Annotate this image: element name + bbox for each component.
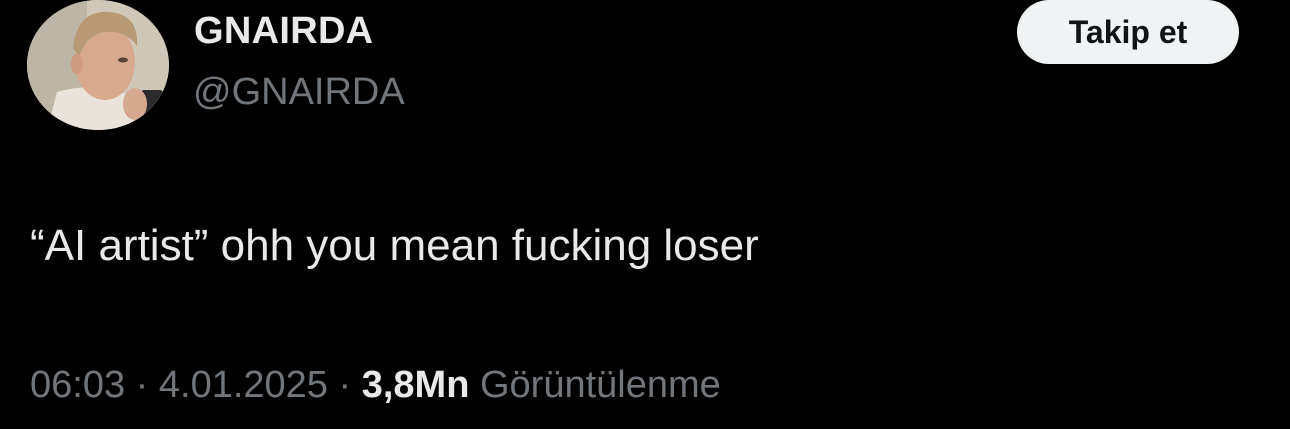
display-name[interactable]: GNAIRDA (194, 7, 373, 55)
avatar[interactable] (27, 0, 169, 130)
tweet-date[interactable]: 4.01.2025 (159, 364, 328, 406)
tweet-meta: 06:03 · 4.01.2025 · 3,8Mn Görüntülenme (30, 360, 721, 410)
profile-photo (27, 0, 169, 130)
views-count: 3,8Mn (361, 364, 470, 406)
meta-separator: · (125, 364, 159, 406)
meta-separator: · (327, 364, 362, 406)
user-handle[interactable]: @GNAIRDA (193, 68, 405, 116)
tweet-time[interactable]: 06:03 (30, 364, 125, 406)
tweet-text: “AI artist” ohh you mean fucking loser (30, 221, 759, 270)
views-label: Görüntülenme (469, 364, 721, 406)
follow-button[interactable]: Takip et (1017, 0, 1239, 64)
